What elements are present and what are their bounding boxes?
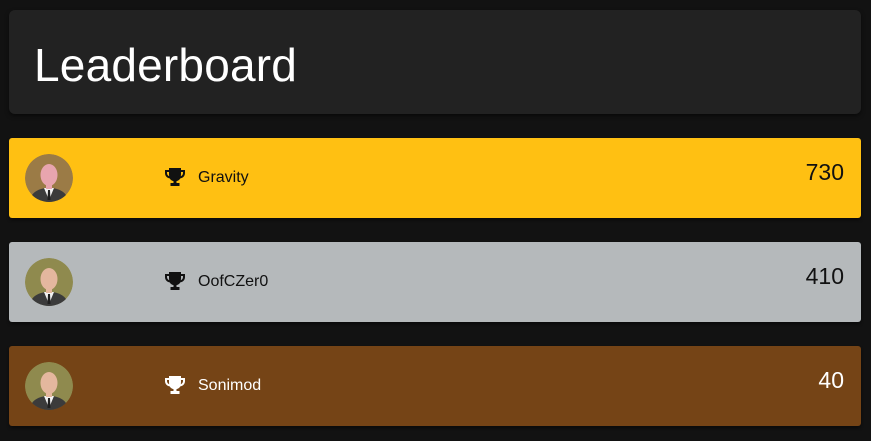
player-name: OofCZer0 xyxy=(198,273,269,290)
leaderboard-row-3[interactable]: Sonimod 40 xyxy=(9,346,861,426)
avatar xyxy=(25,154,73,202)
player-name: Sonimod xyxy=(198,377,262,394)
leaderboard-row-1[interactable]: Gravity 730 xyxy=(9,138,861,218)
player-score: 40 xyxy=(818,367,844,393)
page-title: Leaderboard xyxy=(34,39,298,91)
trophy-icon xyxy=(164,374,186,396)
avatar xyxy=(25,362,73,410)
player-score: 730 xyxy=(805,159,844,185)
trophy-icon xyxy=(164,270,186,292)
leaderboard-page: Leaderboard Gravity 730 OofCZer0 410 Son… xyxy=(0,0,871,441)
leaderboard-row-2[interactable]: OofCZer0 410 xyxy=(9,242,861,322)
player-score: 410 xyxy=(805,263,844,289)
player-name: Gravity xyxy=(198,169,249,186)
leaderboard-header: Leaderboard xyxy=(9,10,861,114)
avatar xyxy=(25,258,73,306)
trophy-icon xyxy=(164,166,186,188)
